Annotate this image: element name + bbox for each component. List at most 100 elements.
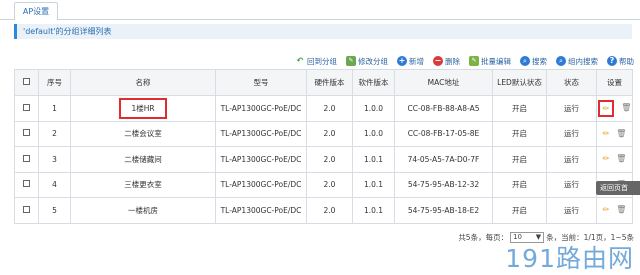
pencil-icon[interactable]: ✏ [603, 155, 610, 163]
row-checkbox[interactable] [23, 129, 30, 137]
pencil-icon[interactable]: ✏ [603, 104, 610, 113]
pagination: 共5条，每页： 10 ▼ 条，当前：1/1页，1~5条 [458, 231, 634, 243]
delete-button[interactable]: − 删除 [433, 56, 460, 67]
col-name: 名称 [70, 69, 216, 96]
trash-icon[interactable]: 🗑 [621, 104, 631, 112]
group-search-label: 组内搜索 [568, 56, 598, 66]
row-hw-version: 2.0 [306, 95, 353, 122]
row-model: TL-AP1300GC-PoE/DC [215, 197, 307, 224]
row-hw-version: 2.0 [306, 120, 353, 147]
help-icon: ? [607, 56, 617, 66]
row-name-highlighted: 1楼HR [119, 97, 167, 119]
delete-label: 删除 [445, 56, 460, 66]
row-hw-version: 2.0 [306, 146, 353, 173]
batch-edit-label: 批量编辑 [481, 56, 511, 66]
row-sw-version: 1.0.1 [352, 146, 395, 173]
row-led: 开启 [492, 197, 547, 224]
row-sw-version: 1.0.0 [352, 95, 395, 122]
select-all-checkbox[interactable] [23, 78, 30, 85]
row-led: 开启 [492, 171, 547, 198]
table-row: 2 二楼会议室 TL-AP1300GC-PoE/DC 2.0 1.0.0 CC-… [14, 120, 633, 147]
page-title: 'default'的分组详细列表 [14, 24, 632, 39]
back-to-group-label: 回到分组 [307, 56, 337, 66]
row-name: 二楼会议室 [70, 120, 216, 147]
table-header-row: 序号 名称 型号 硬件版本 软件版本 MAC地址 LED默认状态 状态 设置 [14, 69, 633, 96]
edit-group-label: 修改分组 [358, 56, 388, 66]
batch-edit-icon: ✎ [469, 56, 479, 66]
batch-edit-button[interactable]: ✎ 批量编辑 [469, 56, 511, 67]
row-hw-version: 2.0 [306, 197, 353, 224]
col-mac: MAC地址 [394, 69, 493, 96]
help-label: 帮助 [619, 56, 634, 66]
chevron-down-icon: ▼ [535, 233, 542, 241]
row-status: 运行 [546, 171, 597, 198]
search-button[interactable]: ⌕ 搜索 [520, 56, 547, 67]
watermark-text: 191路由网 [505, 244, 634, 273]
page-size-select[interactable]: 10 ▼ [510, 231, 545, 243]
pager-page-info: 条，当前：1/1页，1~5条 [546, 232, 634, 242]
table-row: 1 1楼HR TL-AP1300GC-PoE/DC 2.0 1.0.0 CC-0… [14, 95, 633, 122]
tab-ap-settings[interactable]: AP设置 [14, 2, 58, 20]
col-model: 型号 [215, 69, 307, 96]
pager-total-text: 共5条，每页： [458, 232, 509, 242]
add-label: 新增 [409, 56, 424, 66]
table-row: 3 二楼储藏间 TL-AP1300GC-PoE/DC 2.0 1.0.1 74-… [14, 146, 633, 173]
back-to-top-button[interactable]: 返回页首 [596, 181, 640, 195]
ap-table: 序号 名称 型号 硬件版本 软件版本 MAC地址 LED默认状态 状态 设置 1… [14, 69, 633, 224]
page-size-value: 10 [513, 233, 523, 241]
help-button[interactable]: ? 帮助 [607, 56, 634, 67]
row-mac: 54-75-95-AB-18-E2 [394, 197, 493, 224]
row-index: 3 [38, 146, 71, 173]
row-name: 一楼机房 [70, 197, 216, 224]
row-model: TL-AP1300GC-PoE/DC [215, 146, 307, 173]
plus-icon: + [397, 56, 407, 66]
group-search-button[interactable]: ⌕ 组内搜索 [556, 56, 598, 67]
arrow-back-icon: ↶ [296, 56, 304, 65]
row-checkbox[interactable] [23, 180, 30, 188]
row-model: TL-AP1300GC-PoE/DC [215, 120, 307, 147]
row-sw-version: 1.0.1 [352, 197, 395, 224]
pencil-icon[interactable]: ✏ [603, 129, 610, 138]
col-sw-version: 软件版本 [352, 69, 395, 96]
row-sw-version: 1.0.0 [352, 120, 395, 147]
edit-group-button[interactable]: ✎ 修改分组 [346, 56, 388, 67]
trash-icon[interactable]: 🗑 [616, 155, 626, 163]
row-led: 开启 [492, 120, 547, 147]
group-search-icon: ⌕ [556, 56, 566, 66]
table-row: 4 三楼更衣室 TL-AP1300GC-PoE/DC 2.0 1.0.1 54-… [14, 171, 633, 198]
row-checkbox[interactable] [23, 103, 30, 111]
row-index: 4 [38, 171, 71, 198]
row-index: 1 [38, 95, 71, 122]
edit-icon: ✎ [346, 56, 356, 66]
col-led: LED默认状态 [492, 69, 547, 96]
row-mac: CC-08-FB-88-A8-A5 [394, 95, 493, 122]
search-icon: ⌕ [520, 56, 530, 66]
toolbar: ↶ 回到分组 ✎ 修改分组 + 新增 − 删除 ✎ 批量编辑 ⌕ 搜索 ⌕ 组内… [286, 55, 634, 67]
add-button[interactable]: + 新增 [397, 56, 424, 67]
row-status: 运行 [546, 120, 597, 147]
row-status: 运行 [546, 197, 597, 224]
edit-highlight: ✏ [597, 99, 615, 117]
row-status: 运行 [546, 95, 597, 122]
row-model: TL-AP1300GC-PoE/DC [215, 95, 307, 122]
back-to-group-button[interactable]: ↶ 回到分组 [295, 56, 337, 67]
col-hw-version: 硬件版本 [306, 69, 353, 96]
search-label: 搜索 [532, 56, 547, 66]
col-settings: 设置 [596, 69, 633, 96]
trash-icon[interactable]: 🗑 [616, 129, 626, 138]
row-led: 开启 [492, 95, 547, 122]
col-index: 序号 [38, 69, 71, 96]
row-mac: 74-05-A5-7A-D0-7F [394, 146, 493, 173]
row-checkbox[interactable] [23, 154, 30, 162]
select-all-cell[interactable] [14, 69, 39, 96]
trash-icon[interactable]: 🗑 [616, 206, 626, 214]
row-name: 三楼更衣室 [70, 171, 216, 198]
pencil-icon[interactable]: ✏ [603, 206, 610, 214]
row-model: TL-AP1300GC-PoE/DC [215, 171, 307, 198]
row-index: 2 [38, 120, 71, 147]
row-hw-version: 2.0 [306, 171, 353, 198]
row-led: 开启 [492, 146, 547, 173]
row-checkbox[interactable] [23, 205, 30, 213]
minus-icon: − [433, 56, 443, 66]
table-row: 5 一楼机房 TL-AP1300GC-PoE/DC 2.0 1.0.1 54-7… [14, 197, 633, 224]
